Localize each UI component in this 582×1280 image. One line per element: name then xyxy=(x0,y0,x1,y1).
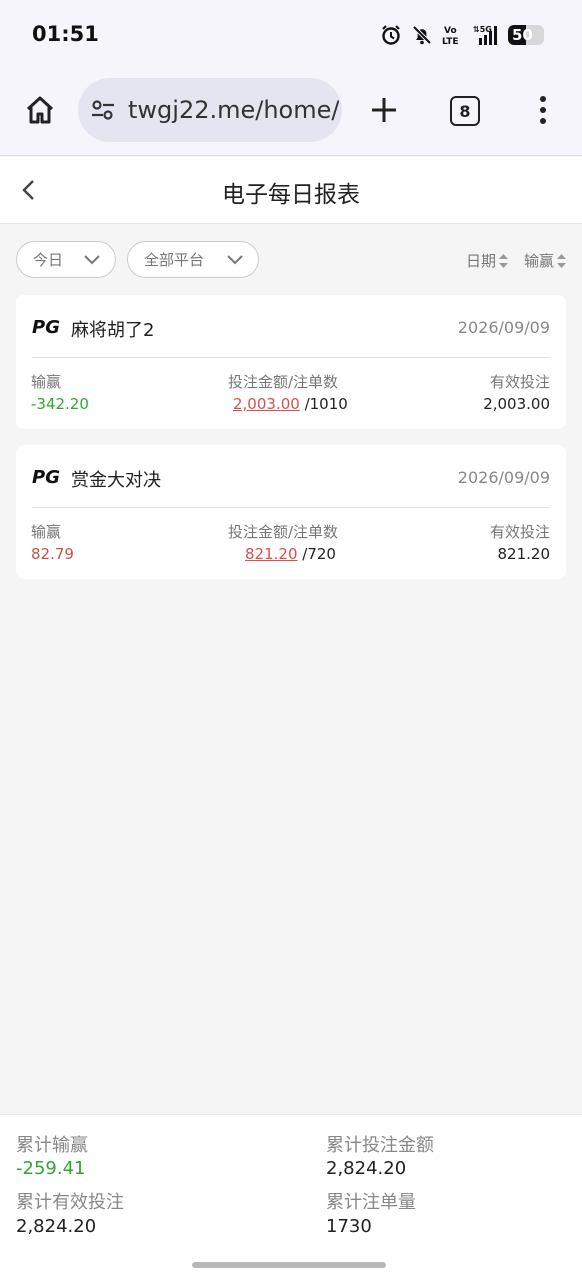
plus-icon xyxy=(372,98,396,122)
total-valid-label: 累计有效投注 xyxy=(16,1192,124,1213)
bet-count: /720 xyxy=(302,545,336,563)
record-date: 2026/09/09 xyxy=(457,318,550,337)
tab-switcher-button[interactable]: 8 xyxy=(450,96,480,126)
bet-label: 投注金额/注单数 xyxy=(228,523,339,541)
total-winloss-value: -259.41 xyxy=(16,1158,86,1179)
svg-text:Vo: Vo xyxy=(444,26,457,36)
winloss-label: 输赢 xyxy=(31,523,62,541)
battery-percent: 50 xyxy=(512,26,533,44)
home-icon xyxy=(26,96,54,124)
app-screen: 01:51 Vo LTE ⇅5G 50 twgj22.me/home/ 8 电子… xyxy=(0,0,582,1280)
filter-bar: 今日 全部平台 日期 输赢 xyxy=(0,224,582,294)
total-bet-label: 累计投注金额 xyxy=(326,1135,434,1156)
provider-logo: PG xyxy=(32,317,60,338)
gesture-home-bar[interactable] xyxy=(192,1262,386,1268)
more-vert-icon xyxy=(540,96,546,124)
signal-5g-icon: ⇅5G xyxy=(473,23,499,47)
volte-icon: Vo LTE xyxy=(442,23,464,47)
winloss-label: 输赢 xyxy=(31,373,62,391)
chevron-down-icon xyxy=(84,255,100,265)
valid-bet-label: 有效投注 xyxy=(489,373,550,391)
browser-menu-button[interactable] xyxy=(528,90,558,130)
game-name: 赏金大对决 xyxy=(71,470,161,491)
mute-bell-icon xyxy=(411,24,433,46)
page-title: 电子每日报表 xyxy=(222,182,360,208)
sort-winloss-label: 输赢 xyxy=(524,252,555,270)
bet-count: /1010 xyxy=(304,395,348,413)
alarm-icon xyxy=(380,24,402,46)
game-record-card[interactable]: PG 赏金大对决 2026/09/09 输赢 82.79 投注金额/注单数 82… xyxy=(16,445,566,579)
url-text[interactable]: twgj22.me/home/ xyxy=(128,96,339,124)
platform-label: 全部平台 xyxy=(144,251,205,269)
bet-value: 821.20 /720 xyxy=(245,545,336,563)
status-bar: 01:51 Vo LTE ⇅5G 50 xyxy=(0,0,582,68)
status-time: 01:51 xyxy=(32,22,99,46)
valid-bet-label: 有效投注 xyxy=(489,523,550,541)
total-count-value: 1730 xyxy=(326,1216,372,1237)
sort-by-winloss[interactable]: 输赢 xyxy=(524,250,567,271)
status-icons: Vo LTE ⇅5G 50 xyxy=(380,22,544,48)
total-winloss-label: 累计输赢 xyxy=(16,1135,88,1156)
valid-bet-value: 2,003.00 xyxy=(483,395,550,413)
browser-toolbar: twgj22.me/home/ 8 xyxy=(0,68,582,156)
period-label: 今日 xyxy=(33,251,64,269)
total-valid-value: 2,824.20 xyxy=(16,1216,97,1237)
svg-text:LTE: LTE xyxy=(442,37,459,47)
summary-panel: 累计输赢 -259.41 累计投注金额 2,824.20 累计有效投注 2,82… xyxy=(0,1114,582,1280)
site-settings-icon[interactable] xyxy=(88,95,118,125)
total-bet-value: 2,824.20 xyxy=(326,1158,407,1179)
platform-dropdown[interactable]: 全部平台 xyxy=(127,241,259,278)
new-tab-button[interactable] xyxy=(364,90,404,130)
chevron-down-icon xyxy=(227,255,243,265)
address-bar[interactable]: twgj22.me/home/ xyxy=(78,78,342,142)
provider-logo: PG xyxy=(32,467,60,488)
sort-arrows-icon xyxy=(557,253,567,268)
sort-arrows-icon xyxy=(499,253,509,268)
record-date: 2026/09/09 xyxy=(457,468,550,487)
page-header: 电子每日报表 xyxy=(0,157,582,224)
period-dropdown[interactable]: 今日 xyxy=(16,241,116,278)
divider xyxy=(32,357,550,358)
winloss-value: 82.79 xyxy=(31,545,74,563)
home-button[interactable] xyxy=(20,90,60,130)
bet-amount-link[interactable]: 821.20 xyxy=(245,545,298,563)
card-header: PG 麻将胡了2 2026/09/09 xyxy=(16,295,566,357)
sort-date-label: 日期 xyxy=(466,252,497,270)
bet-label: 投注金额/注单数 xyxy=(228,373,339,391)
winloss-value: -342.20 xyxy=(31,395,89,413)
game-record-card[interactable]: PG 麻将胡了2 2026/09/09 输赢 -342.20 投注金额/注单数 … xyxy=(16,295,566,429)
card-header: PG 赏金大对决 2026/09/09 xyxy=(16,445,566,507)
total-count-label: 累计注单量 xyxy=(326,1192,416,1213)
game-name: 麻将胡了2 xyxy=(71,320,155,341)
bet-value: 2,003.00 /1010 xyxy=(233,395,348,413)
battery-icon: 50 xyxy=(508,25,544,45)
sort-by-date[interactable]: 日期 xyxy=(466,250,509,271)
valid-bet-value: 821.20 xyxy=(497,545,551,563)
divider xyxy=(32,507,550,508)
bet-amount-link[interactable]: 2,003.00 xyxy=(233,395,300,413)
